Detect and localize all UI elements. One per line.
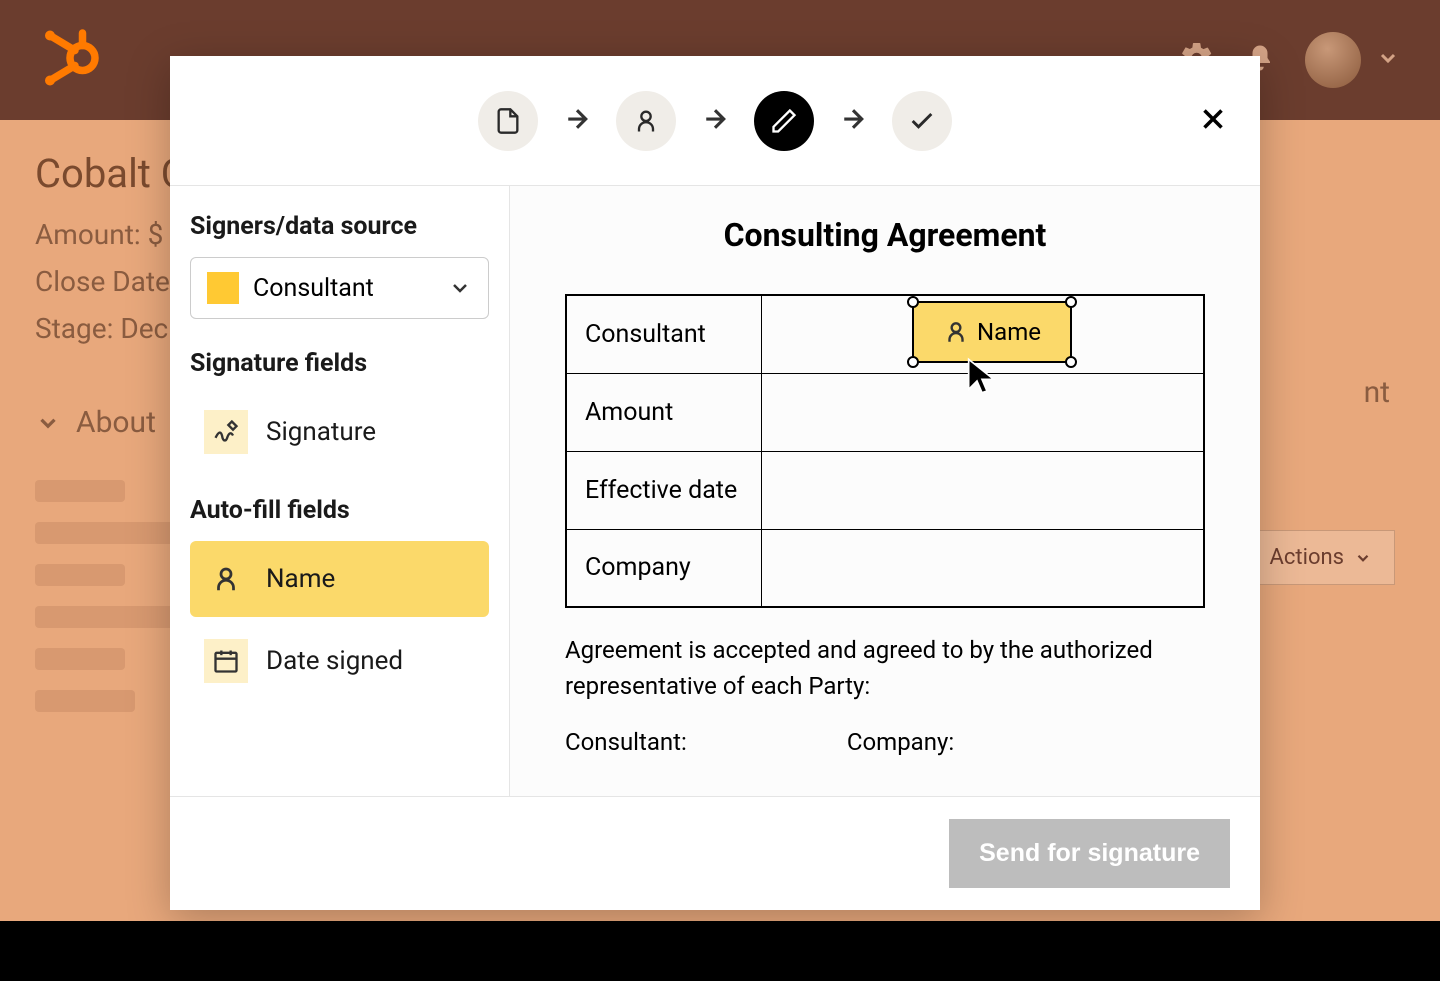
modal-body: Signers/data source Consultant Signature…: [170, 186, 1260, 796]
cell-label: Effective date: [566, 451, 761, 529]
consultant-sig-label: Consultant:: [565, 728, 687, 756]
step-document[interactable]: [478, 91, 538, 151]
field-label: Signature: [266, 417, 376, 447]
chevron-down-icon: [448, 276, 472, 300]
cell-value[interactable]: [761, 451, 1204, 529]
cell-label: Company: [566, 529, 761, 607]
resize-handle[interactable]: [907, 356, 919, 368]
about-label: About: [76, 405, 156, 440]
signature-fields-heading: Signature fields: [190, 349, 489, 378]
avatar: [1305, 32, 1361, 88]
actions-label: Actions: [1270, 545, 1344, 570]
letterbox: [0, 921, 1440, 981]
table-row: Consultant: [566, 295, 1204, 373]
field-signature[interactable]: Signature: [190, 394, 489, 470]
agreement-text: Agreement is accepted and agreed to by t…: [565, 632, 1205, 704]
step-review[interactable]: [892, 91, 952, 151]
document-table: Consultant Amount Effective date Company: [565, 294, 1205, 608]
signature-labels: Consultant: Company:: [565, 728, 1205, 756]
close-button[interactable]: [1196, 102, 1230, 140]
placed-name-field[interactable]: Name: [912, 301, 1072, 363]
field-label: Date signed: [266, 646, 403, 676]
resize-handle[interactable]: [1065, 356, 1077, 368]
partial-text: nt: [1364, 375, 1390, 410]
person-icon: [632, 107, 660, 135]
placeholder-line: [35, 480, 125, 502]
table-row: Company: [566, 529, 1204, 607]
user-menu[interactable]: [1305, 32, 1400, 88]
person-icon: [204, 557, 248, 601]
modal-footer: Send for signature: [170, 796, 1260, 910]
stepper: [478, 91, 952, 151]
resize-handle[interactable]: [1065, 296, 1077, 308]
person-icon: [943, 319, 969, 345]
signer-color-swatch: [207, 272, 239, 304]
close-icon: [1196, 102, 1230, 136]
arrow-right-icon: [838, 104, 868, 138]
field-label: Name: [266, 564, 335, 594]
autofill-fields-heading: Auto-fill fields: [190, 496, 489, 525]
calendar-icon: [204, 639, 248, 683]
field-name[interactable]: Name: [190, 541, 489, 617]
cell-label: Consultant: [566, 295, 761, 373]
cell-value[interactable]: [761, 373, 1204, 451]
step-fields[interactable]: [754, 91, 814, 151]
placeholder-line: [35, 564, 125, 586]
signer-select[interactable]: Consultant: [190, 257, 489, 319]
table-row: Effective date: [566, 451, 1204, 529]
chevron-down-icon: [35, 410, 61, 436]
signers-heading: Signers/data source: [190, 212, 489, 241]
step-signers[interactable]: [616, 91, 676, 151]
modal-header: [170, 56, 1260, 186]
cell-value[interactable]: [761, 529, 1204, 607]
signature-icon: [204, 410, 248, 454]
pencil-icon: [770, 107, 798, 135]
company-sig-label: Company:: [847, 728, 954, 756]
arrow-right-icon: [700, 104, 730, 138]
chevron-down-icon: [1354, 549, 1372, 567]
document-canvas[interactable]: Consulting Agreement Consultant Amount E…: [510, 186, 1260, 796]
arrow-right-icon: [562, 104, 592, 138]
placeholder-line: [35, 522, 185, 544]
fields-sidebar: Signers/data source Consultant Signature…: [170, 186, 510, 796]
document-icon: [494, 107, 522, 135]
cell-label: Amount: [566, 373, 761, 451]
signature-modal: Signers/data source Consultant Signature…: [170, 56, 1260, 910]
signer-selected-label: Consultant: [253, 274, 434, 303]
document-title: Consulting Agreement: [560, 216, 1210, 254]
actions-button[interactable]: Actions: [1247, 530, 1395, 585]
placeholder-line: [35, 690, 135, 712]
check-icon: [908, 107, 936, 135]
chevron-down-icon: [1376, 46, 1400, 74]
placeholder-line: [35, 648, 125, 670]
hubspot-logo-icon: [40, 28, 100, 92]
placed-field-label: Name: [977, 318, 1041, 346]
table-row: Amount: [566, 373, 1204, 451]
send-for-signature-button[interactable]: Send for signature: [949, 819, 1230, 888]
resize-handle[interactable]: [907, 296, 919, 308]
field-date-signed[interactable]: Date signed: [190, 623, 489, 699]
